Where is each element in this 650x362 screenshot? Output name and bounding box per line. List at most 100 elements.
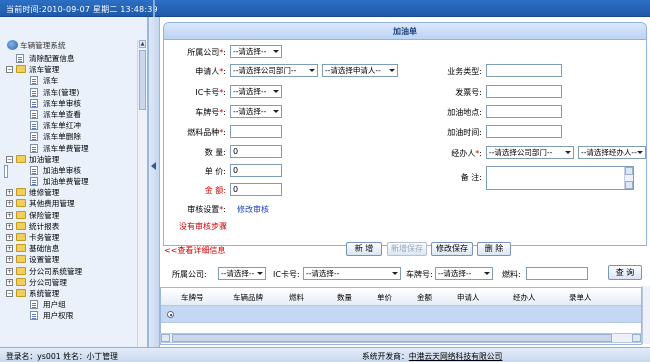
price-input[interactable]: 0 [230,164,282,177]
developer-link[interactable]: 中港云天网络科技有限公司 [409,352,503,361]
expand-icon[interactable]: + [6,267,13,275]
handler-person-select[interactable]: --请选择经办人-- [578,146,646,159]
sidebar-item[interactable]: + 其他费用管理 [4,198,136,209]
sidebar-item[interactable]: 派车单费管理 [4,143,136,154]
form-title: 加油单 [164,23,646,40]
sidebar-item[interactable]: + 维修管理 [4,187,136,198]
sidebar-item[interactable]: + 设置管理 [4,254,136,265]
scroll-down-icon[interactable] [625,181,633,189]
column-header[interactable]: 录单人 [569,292,592,303]
new-save-button[interactable]: 新增保存 [387,242,427,256]
column-header[interactable]: 申请人 [457,292,480,303]
page-icon [30,143,38,153]
amount-input[interactable]: 0 [230,183,282,196]
delete-button[interactable]: 删 除 [477,242,511,256]
filter-ic-select[interactable]: --请选择-- [303,267,401,280]
nav-scrollbar[interactable]: ▲ ▼ [137,40,147,362]
column-header[interactable]: 数量 [337,292,352,303]
query-button[interactable]: 查 询 [608,265,642,280]
sidebar-item[interactable]: 加油单审核 [4,165,136,176]
sidebar-item[interactable]: + 分公司管理 [4,277,136,288]
grid-scroll-thumb[interactable] [172,334,612,342]
ic-card-select[interactable]: --请选择-- [230,85,282,98]
sidebar-item[interactable]: 加油单费管理 [4,176,136,187]
row-select-radio[interactable] [167,311,174,318]
scroll-up-icon[interactable]: ▲ [139,40,146,48]
sidebar-item[interactable]: 派车单删除 [4,131,136,142]
column-header[interactable]: 燃料 [289,292,304,303]
expand-icon[interactable]: + [6,245,13,253]
sidebar-item[interactable]: 用户组 [4,299,136,310]
column-header[interactable]: 单价 [377,292,392,303]
sidebar-item-label: 派车 [43,76,59,86]
biz-type-label: 业务类型: [447,67,482,76]
column-header[interactable]: 车牌号 [181,292,204,303]
biz-type-input[interactable] [486,64,562,77]
sidebar-item[interactable]: + 基础信息 [4,243,136,254]
sidebar-item[interactable]: + 保险管理 [4,210,136,221]
sidebar-item[interactable]: − 加油管理 [4,154,136,165]
remark-textarea[interactable] [486,166,634,190]
grid-horizontal-scrollbar[interactable] [160,333,642,343]
sidebar-item[interactable]: + 卡务管理 [4,232,136,243]
scroll-right-icon[interactable] [632,334,641,342]
sidebar-item[interactable]: 派车单审核 [4,98,136,109]
company-select[interactable]: --请选择-- [230,45,282,58]
filter-fuel-input[interactable] [526,267,588,280]
expand-icon[interactable]: + [6,278,13,286]
sidebar-item[interactable]: 派车(管理) [4,87,136,98]
sidebar-item-label: 维修管理 [29,188,60,198]
filter-plate-select[interactable]: --请选择-- [435,267,493,280]
sidebar-item[interactable]: + 统计报表 [4,221,136,232]
applicant-dept-select[interactable]: --请选择公司部门-- [230,64,318,77]
location-label: 加油地点: [447,108,482,117]
invoice-input[interactable] [486,85,562,98]
handler-dept-select[interactable]: --请选择公司部门-- [486,146,574,159]
fuel-type-input[interactable] [230,125,282,138]
sidebar-item[interactable]: 派车单查看 [4,109,136,120]
sidebar-item[interactable]: 清除配置信息 [4,53,136,64]
expand-icon[interactable]: + [6,234,13,241]
page-icon [30,121,38,131]
sidebar-item[interactable]: + 分公司系统管理 [4,266,136,277]
collapse-icon[interactable]: − [6,66,13,74]
remark-scrollbar[interactable] [624,167,633,189]
collapse-left-icon[interactable] [151,162,156,170]
location-input[interactable] [486,105,562,118]
column-header[interactable]: 金额 [417,292,432,303]
new-button[interactable]: 新 增 [346,242,382,256]
filter-company-label: 所属公司: [172,270,207,279]
view-details-link[interactable]: <<查看详细信息 [164,245,225,256]
sidebar-item-label: 派车单审核 [43,98,81,108]
folder-icon [16,288,26,297]
scroll-up-icon[interactable] [625,167,633,175]
collapse-icon[interactable]: − [6,289,13,297]
sidebar-item[interactable]: − 系统管理 [4,288,136,299]
grid-vertical-scrollbar[interactable] [642,286,650,344]
applicant-person-select[interactable]: --请选择申请人-- [322,64,398,77]
pane-splitter[interactable] [148,17,160,347]
sidebar-item[interactable]: 派车单红冲 [4,120,136,131]
sidebar-item[interactable]: 用户权限 [4,310,136,321]
plate-select[interactable]: --请选择-- [230,105,282,118]
scroll-left-icon[interactable] [161,334,170,342]
quantity-input[interactable]: 0 [230,145,282,158]
sidebar-item[interactable]: − 派车管理 [4,64,136,75]
expand-icon[interactable]: + [6,256,13,264]
expand-icon[interactable]: + [6,200,13,208]
chevron-down-icon [271,87,280,96]
expand-icon[interactable]: + [6,189,13,197]
filter-company-select[interactable]: --请选择-- [218,267,266,280]
sidebar-item[interactable]: 派车 [4,75,136,86]
expand-icon[interactable]: + [6,211,13,219]
modify-audit-link[interactable]: 修改审核 [237,204,269,215]
nav-scroll-thumb[interactable] [139,50,146,110]
column-header[interactable]: 经办人 [513,292,536,303]
time-input[interactable] [486,125,562,138]
table-row[interactable] [161,306,641,323]
column-header[interactable]: 车辆品牌 [233,292,263,303]
collapse-icon[interactable]: − [6,155,13,163]
modify-save-button[interactable]: 修改保存 [431,242,473,256]
expand-icon[interactable]: + [6,222,13,230]
tree-root[interactable]: 车辆管理系统 [4,40,136,53]
